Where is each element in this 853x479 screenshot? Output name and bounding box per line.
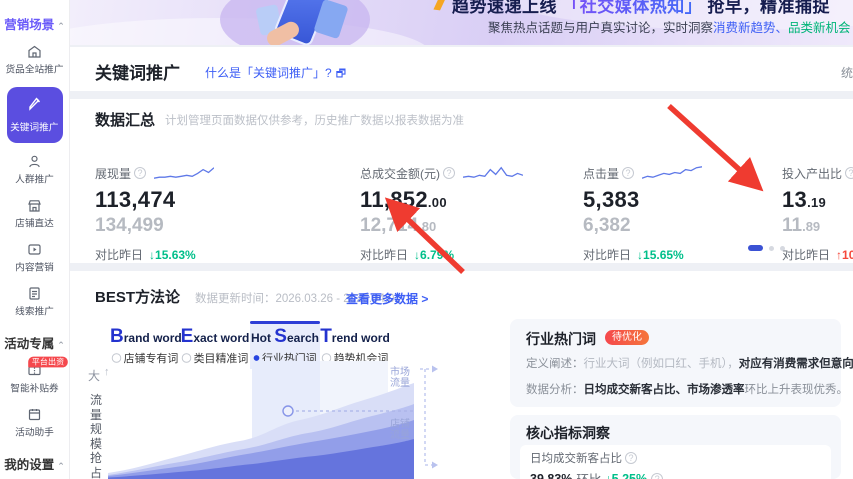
sparkline-chart <box>642 166 703 179</box>
traffic-area-chart <box>108 361 414 479</box>
metric-prev-value: 6,382 <box>583 215 631 236</box>
sidebar-item-keyword-promo-selected[interactable]: 关键词推广 <box>6 87 63 143</box>
promo-banner[interactable]: 趋势速递上线 「社交媒体热知」 抢早，精准捕捉 聚焦热点话题与用户真实讨论，实时… <box>70 0 853 45</box>
chevron-up-icon: ⌃ <box>57 461 65 471</box>
market-traffic-label: 市场流量 <box>390 367 410 389</box>
industry-hot-word-card: 行业热门词 待优化 定义阐述：行业大词（例如口红、手机），对应有消费需求但意向较… <box>510 319 853 407</box>
help-icon[interactable] <box>134 167 147 179</box>
help-icon[interactable] <box>622 167 635 179</box>
axis-label-traffic-scale: 流量规模抢占 <box>90 393 103 479</box>
banner-subline: 聚焦热点话题与用户真实讨论，实时洞察消费新趋势、品类新机会 <box>488 21 851 35</box>
pagination-dot[interactable] <box>780 245 785 251</box>
metric-impressions: 展现量 113,474 134,499 对比昨日↓15.63% <box>95 163 295 263</box>
platform-funded-badge: 平台出资 <box>28 356 68 368</box>
summary-note: 计划管理页面数据仅供参考，历史推广数据以报表数据为准 <box>165 115 464 127</box>
metrics-pagination <box>748 245 785 251</box>
sidebar-item-shop-direct[interactable]: 店铺直达 <box>0 198 69 231</box>
external-link-icon: 🗗 <box>335 68 347 80</box>
chevron-up-icon: ⌃ <box>57 340 65 350</box>
metric-value: 11,852.00 <box>360 187 447 212</box>
best-methodology-card: BEST方法论 数据更新时间：2026.03.26 - 2026.04.01 查… <box>70 271 853 479</box>
summary-title: 数据汇总 <box>95 112 156 129</box>
page-header-card: 关键词推广 什么是「关键词推广」? 🗗 统 <box>70 47 853 91</box>
sidebar-section-activity[interactable]: 活动专属 ⌃ <box>0 333 69 352</box>
person-icon <box>0 154 69 170</box>
sidebar-item-full-site-promo[interactable]: 货品全站推广 <box>0 44 69 77</box>
to-optimize-badge: 待优化 <box>605 330 649 345</box>
metric-roi: 投入产出比 13.19 11.89 对比昨日↑10.93% <box>782 163 853 263</box>
sidebar-section-settings[interactable]: 我的设置 ⌃ <box>0 454 69 473</box>
sidebar-item-audience-promo[interactable]: 人群推广 <box>0 154 69 187</box>
sidebar-section-marketing[interactable]: 营销场景 ⌃ <box>0 14 69 33</box>
axis-label-large: 大 <box>88 369 101 383</box>
page-title: 关键词推广 <box>95 64 180 83</box>
main-content: 趋势速递上线 「社交媒体热知」 抢早，精准捕捉 聚焦热点话题与用户真实讨论，实时… <box>70 0 853 479</box>
metric-prev-value: 11.89 <box>782 215 821 236</box>
sidebar-item-smart-subsidy[interactable]: 平台出资 智能补贴券 <box>0 356 69 396</box>
core-indicator-card: 核心指标洞察 日均成交新客占比 39.83%环比↓5.25% 同行同层均值: 3… <box>510 415 841 479</box>
metric-label: 总成交金额(元) <box>360 166 440 181</box>
radio-checked-icon[interactable] <box>253 355 260 361</box>
banner-headline: 趋势速递上线 「社交媒体热知」 抢早，精准捕捉 <box>452 0 830 17</box>
card-title: 行业热门词 <box>526 331 596 347</box>
core-metric-label: 日均成交新客占比 <box>530 450 821 466</box>
metric-gmv: 总成交金额(元) 11,852.00 12,714.80 对比昨日↓6.79% <box>360 163 560 263</box>
pen-icon <box>27 96 43 117</box>
pagination-dot[interactable] <box>769 245 774 251</box>
help-icon[interactable] <box>845 167 853 179</box>
metric-compare: 对比昨日 ↓6.79% <box>360 248 455 262</box>
metric-value: 5,383 <box>583 187 640 212</box>
lightning-icon <box>433 0 446 11</box>
chevron-up-icon: ⌃ <box>57 21 65 31</box>
metric-label: 投入产出比 <box>782 166 843 181</box>
metric-value: 13.19 <box>782 187 827 212</box>
metric-prev-value: 12,714.80 <box>360 215 437 236</box>
help-icon[interactable] <box>625 452 637 464</box>
shop-traffic-label: 店铺流量 <box>390 419 410 441</box>
sparkline-chart <box>154 167 215 179</box>
video-play-icon <box>0 242 69 258</box>
help-icon[interactable] <box>651 472 664 479</box>
pagination-dot-active[interactable] <box>748 245 763 251</box>
help-icon[interactable] <box>443 167 455 179</box>
sidebar-item-lead-promo[interactable]: 线索推广 <box>0 286 69 319</box>
shop-icon <box>0 198 69 214</box>
card-title: 核心指标洞察 <box>526 425 610 441</box>
sidebar-item-activity-assistant[interactable]: 活动助手 <box>0 407 69 440</box>
definition-line: 定义阐述：行业大词（例如口红、手机），对应有消费需求但意向较模糊的人群，拉新效果… <box>526 358 853 370</box>
calendar-icon <box>0 407 69 423</box>
sidebar-item-content-marketing[interactable]: 内容营销 <box>0 242 69 275</box>
best-title: BEST方法论 <box>95 289 181 306</box>
core-metric-box: 日均成交新客占比 39.83%环比↓5.25% 同行同层均值: 34.34% <box>520 445 831 479</box>
core-metric-value-row: 39.83%环比↓5.25% <box>530 469 821 479</box>
sparkline-chart <box>463 166 523 178</box>
sidebar: 营销场景 ⌃ 货品全站推广 关键词推广 人群推广 店铺直达 内容营销 线索推广 活… <box>0 0 70 479</box>
metric-compare: 对比昨日 ↓15.63% <box>95 248 196 262</box>
view-more-data-link[interactable]: 查看更多数据 > <box>346 290 428 307</box>
document-icon <box>0 286 69 302</box>
metric-label: 点击量 <box>583 166 620 181</box>
what-is-keyword-promo-link[interactable]: 什么是「关键词推广」? 🗗 <box>205 64 346 84</box>
metric-label: 展现量 <box>95 166 132 181</box>
metric-prev-value: 134,499 <box>95 215 164 236</box>
storefront-box-icon <box>0 44 69 60</box>
analysis-line: 数据分析：日均成交新客占比、市场渗透率环比上升表现优秀。 <box>526 384 848 396</box>
header-right-clipped-text: 统 <box>841 66 853 80</box>
metric-compare: 对比昨日↑10.93% <box>782 248 853 262</box>
data-summary-card: 数据汇总 计划管理页面数据仅供参考，历史推广数据以报表数据为准 展现量 113,… <box>70 99 853 263</box>
guide-arrows <box>420 365 438 469</box>
metric-value: 113,474 <box>95 187 176 212</box>
